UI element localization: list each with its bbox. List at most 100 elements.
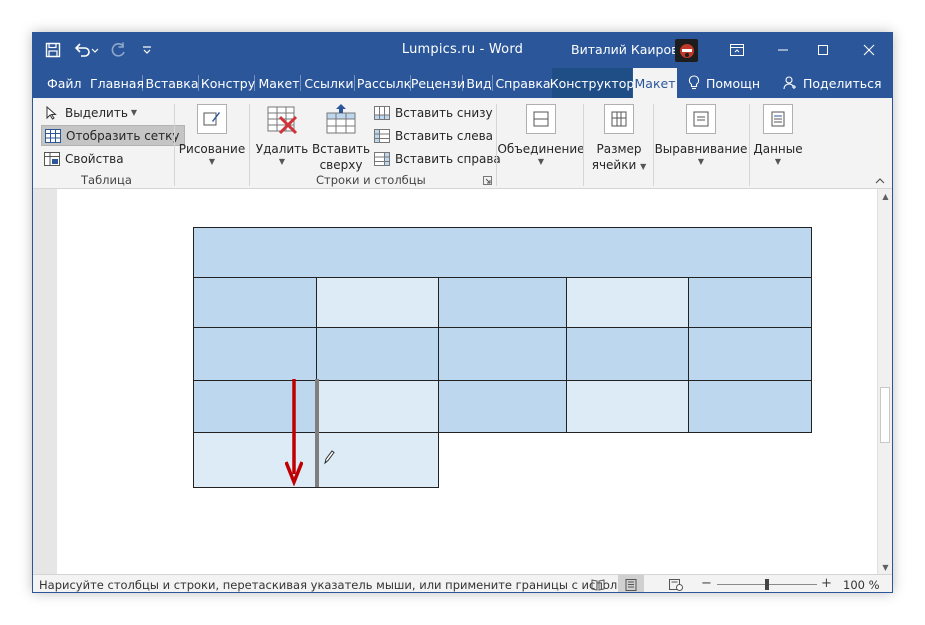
table-cell[interactable] xyxy=(566,327,689,381)
maximize-icon xyxy=(818,45,828,55)
insert-below-button[interactable]: Вставить снизу xyxy=(371,102,497,123)
tab-label: Констру xyxy=(200,75,256,91)
table-cell[interactable] xyxy=(193,227,812,278)
user-name[interactable]: Виталий Каиров xyxy=(571,42,678,57)
merge-label: Объединение xyxy=(497,142,585,156)
tab-label: Вставка xyxy=(145,75,199,91)
undo-button[interactable] xyxy=(69,39,103,61)
zoom-slider-thumb[interactable] xyxy=(765,579,769,590)
pencil-cursor-icon xyxy=(324,450,335,465)
table-cell[interactable] xyxy=(193,277,317,328)
tab-label: Главная xyxy=(90,75,144,91)
tab-review[interactable]: Рецензи xyxy=(410,68,466,98)
table-cell[interactable] xyxy=(688,380,812,433)
table-cell[interactable] xyxy=(316,327,439,381)
minimize-icon xyxy=(778,49,788,51)
ribbon-separator xyxy=(174,104,175,186)
table-cell[interactable] xyxy=(316,380,439,433)
insert-left-icon xyxy=(374,128,390,143)
table-cell[interactable] xyxy=(566,277,689,328)
tab-tell-me[interactable]: Помощн xyxy=(688,68,760,98)
redo-button[interactable] xyxy=(107,39,131,61)
tab-layout[interactable]: Макет xyxy=(257,68,301,98)
draw-table-icon xyxy=(197,104,227,134)
lightbulb-icon xyxy=(688,75,700,90)
maximize-button[interactable] xyxy=(800,33,846,67)
title-bar: Lumpics.ru - Word Виталий Каиров xyxy=(33,33,892,68)
table-cell[interactable] xyxy=(316,277,439,328)
tab-label: Справка xyxy=(495,75,551,91)
scroll-thumb[interactable] xyxy=(880,387,890,443)
dropdown-caret: ▼ xyxy=(537,157,545,166)
dropdown-caret: ▼ xyxy=(278,157,286,166)
insert-left-label: Вставить слева xyxy=(395,128,493,143)
insert-right-icon xyxy=(374,151,390,166)
vertical-scrollbar[interactable]: ▲ ▼ xyxy=(877,189,892,574)
dialog-launcher-icon[interactable] xyxy=(483,176,492,185)
table-cell[interactable] xyxy=(193,327,317,381)
draw-button[interactable]: Рисование ▼ xyxy=(179,103,245,167)
web-layout-button[interactable] xyxy=(663,575,689,592)
table-cell[interactable] xyxy=(438,277,567,328)
close-button[interactable] xyxy=(846,33,892,67)
view-gridlines-label: Отобразить сетку xyxy=(66,128,180,143)
ribbon-display-options-button[interactable] xyxy=(714,33,760,67)
tab-file[interactable]: Файл xyxy=(47,68,82,98)
merge-button[interactable]: Объединение ▼ xyxy=(497,103,585,167)
table-cell[interactable] xyxy=(438,327,567,381)
data-button[interactable]: Данные ▼ xyxy=(753,103,803,167)
chevron-down-icon xyxy=(143,46,151,54)
data-label: Данные xyxy=(753,142,803,156)
select-button[interactable]: Выделить ▼ xyxy=(41,102,141,123)
tab-references[interactable]: Ссылки xyxy=(303,68,355,98)
table-cell[interactable] xyxy=(688,327,812,381)
scroll-up-arrow[interactable]: ▲ xyxy=(878,189,892,203)
tab-label: Ссылки xyxy=(304,75,354,91)
table-cell[interactable] xyxy=(566,380,689,433)
alignment-button[interactable]: Выравнивание ▼ xyxy=(654,103,748,167)
rows-cols-group-label: Строки и столбцы xyxy=(316,173,426,187)
document-page[interactable] xyxy=(57,189,877,574)
tab-home[interactable]: Главная xyxy=(90,68,144,98)
tab-mailings[interactable]: Рассылк xyxy=(357,68,411,98)
cell-size-button[interactable]: Размер ячейки ▼ xyxy=(589,103,649,175)
insert-above-button[interactable]: Вставить сверху xyxy=(312,103,370,173)
avatar[interactable] xyxy=(675,39,698,62)
tab-insert[interactable]: Вставка xyxy=(145,68,199,98)
insert-left-button[interactable]: Вставить слева xyxy=(371,125,497,146)
tab-table-design[interactable]: Конструктор xyxy=(549,68,635,98)
collapse-ribbon-icon[interactable] xyxy=(875,177,885,184)
tab-label: Конструктор xyxy=(549,75,635,91)
tab-view[interactable]: Вид xyxy=(465,68,493,98)
zoom-out-button[interactable]: − xyxy=(701,576,712,591)
tab-label: Поделиться xyxy=(803,75,882,91)
view-gridlines-button[interactable]: Отобразить сетку xyxy=(41,125,185,146)
read-mode-button[interactable] xyxy=(585,575,611,592)
save-button[interactable] xyxy=(41,39,65,61)
zoom-level[interactable]: 100 % xyxy=(843,578,880,592)
zoom-in-button[interactable]: + xyxy=(821,576,832,591)
dropdown-caret: ▼ xyxy=(640,162,647,171)
tab-table-layout[interactable]: Макет xyxy=(633,68,677,98)
tab-label: Рассылк xyxy=(356,75,412,91)
table-cell[interactable] xyxy=(688,277,812,328)
table-border-drag-line[interactable] xyxy=(315,379,319,487)
tab-help[interactable]: Справка xyxy=(495,68,551,98)
dropdown-caret: ▼ xyxy=(208,157,216,166)
customize-qat-button[interactable] xyxy=(135,39,159,61)
cell-size-label-1: Размер xyxy=(596,142,642,156)
share-button[interactable]: Поделиться xyxy=(783,68,882,98)
page-icon xyxy=(625,578,637,591)
tab-label: Рецензи xyxy=(410,75,466,91)
tab-design[interactable]: Констру xyxy=(201,68,255,98)
print-layout-button[interactable] xyxy=(618,575,644,592)
tab-label: Макет xyxy=(258,75,300,91)
scroll-down-arrow[interactable]: ▼ xyxy=(878,560,892,574)
alignment-label: Выравнивание xyxy=(654,142,748,156)
properties-button[interactable]: Свойства xyxy=(41,148,128,169)
table-cell[interactable] xyxy=(438,380,567,433)
delete-button[interactable]: Удалить ▼ xyxy=(255,103,309,167)
dropdown-caret: ▼ xyxy=(697,157,705,166)
tab-label: Файл xyxy=(47,75,82,91)
insert-right-button[interactable]: Вставить справа xyxy=(371,148,505,169)
